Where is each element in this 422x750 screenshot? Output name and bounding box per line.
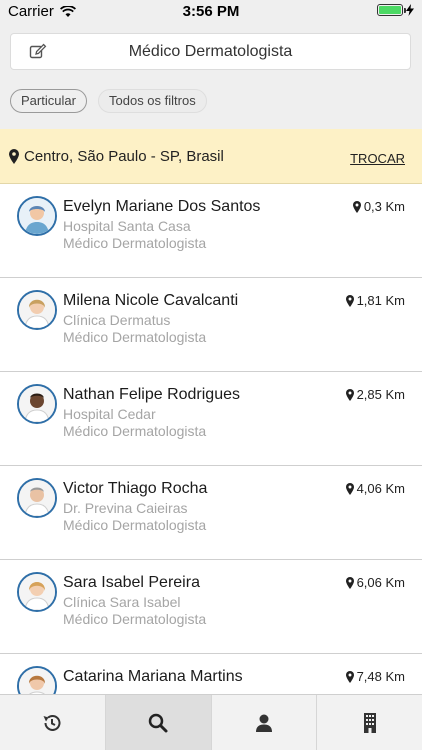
doctor-row[interactable]: Evelyn Mariane Dos Santos Hospital Santa… [0,184,422,278]
doctor-specialty: Médico Dermatologista [63,423,207,439]
map-pin-icon [352,200,361,213]
doctor-row[interactable]: Victor Thiago Rocha Dr. Previna Caieiras… [0,466,422,560]
all-filters-chip[interactable]: Todos os filtros [98,89,207,113]
doctor-specialty: Médico Dermatologista [63,235,207,251]
distance-value: 1,81 Km [356,293,405,308]
doctor-name: Milena Nicole Cavalcanti [63,292,239,309]
search-icon [148,713,168,732]
location-bar: Centro, São Paulo - SP, Brasil TROCAR [0,129,422,184]
doctor-place: Hospital Santa Casa [63,218,191,234]
female-doctor-avatar [17,666,57,694]
doctor-row[interactable]: Nathan Felipe Rodrigues Hospital Cedar M… [0,372,422,466]
battery-icon [377,4,406,16]
doctor-distance: 6,06 Km [345,575,405,590]
search-header: Médico Dermatologista Particular Todos o… [0,24,422,130]
search-value: Médico Dermatologista [128,43,293,60]
doctor-distance: 0,3 Km [352,199,405,214]
map-pin-icon [345,388,354,401]
user-icon [255,714,272,732]
doctor-row[interactable]: Catarina Mariana Martins 7,48 Km [0,654,422,694]
doctor-specialty: Médico Dermatologista [63,329,207,345]
history-icon [43,714,61,731]
male-doctor-avatar [17,384,57,424]
filter-particular-chip[interactable]: Particular [10,89,87,113]
female-doctor-avatar [17,196,57,236]
doctor-place: Hospital Cedar [63,406,156,422]
doctor-name: Evelyn Mariane Dos Santos [63,198,261,215]
doctor-name: Catarina Mariana Martins [63,668,243,685]
location-text: Centro, São Paulo - SP, Brasil [24,148,224,165]
map-pin-icon [345,670,354,683]
distance-value: 2,85 Km [356,387,405,402]
female-doctor-avatar [17,572,57,612]
female-doctor-avatar [17,290,57,330]
doctor-name: Sara Isabel Pereira [63,574,200,591]
distance-value: 0,3 Km [363,199,405,214]
male-doctor-avatar [17,478,57,518]
tab-bar [0,694,422,750]
map-pin-icon [9,149,19,164]
status-time: 3:56 PM [182,3,240,20]
doctor-name: Victor Thiago Rocha [63,480,208,497]
doctor-place: Clínica Dermatus [63,312,171,328]
doctor-specialty: Médico Dermatologista [63,517,207,533]
doctor-name: Nathan Felipe Rodrigues [63,386,240,403]
search-field[interactable]: Médico Dermatologista [10,33,411,70]
status-right [377,4,414,16]
tab-search[interactable] [104,695,211,750]
charging-icon [406,4,414,16]
doctor-place: Dr. Previna Caieiras [63,500,188,516]
doctor-list: Evelyn Mariane Dos Santos Hospital Santa… [0,184,422,694]
doctor-distance: 1,81 Km [345,293,405,308]
doctor-row[interactable]: Sara Isabel Pereira Clínica Sara Isabel … [0,560,422,654]
tab-history[interactable] [0,695,105,750]
map-pin-icon [345,294,354,307]
building-icon [363,712,376,733]
map-pin-icon [345,482,354,495]
doctor-row[interactable]: Milena Nicole Cavalcanti Clínica Dermatu… [0,278,422,372]
doctor-distance: 4,06 Km [345,481,405,496]
distance-value: 6,06 Km [356,575,405,590]
distance-value: 7,48 Km [356,669,405,684]
doctor-place: Clínica Sara Isabel [63,594,181,610]
doctor-distance: 2,85 Km [345,387,405,402]
map-pin-icon [345,576,354,589]
tab-clinics[interactable] [316,695,422,750]
distance-value: 4,06 Km [356,481,405,496]
doctor-specialty: Médico Dermatologista [63,611,207,627]
tab-profile[interactable] [210,695,317,750]
status-bar: Carrier 3:56 PM [0,0,422,24]
change-location-link[interactable]: TROCAR [350,151,405,166]
doctor-distance: 7,48 Km [345,669,405,684]
